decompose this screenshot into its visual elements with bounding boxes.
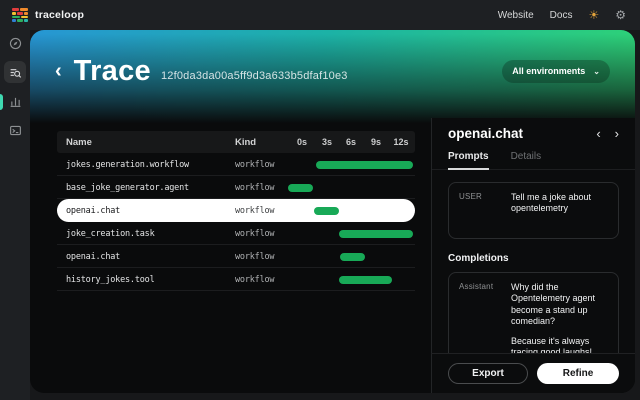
- row-name: openai.chat: [66, 252, 120, 262]
- row-kind: workflow: [235, 206, 274, 216]
- traceloop-logo-icon: [12, 8, 28, 22]
- brand-name: traceloop: [35, 9, 84, 21]
- table-row[interactable]: openai.chat workflow: [57, 199, 415, 222]
- column-header-kind: Kind: [235, 137, 256, 148]
- row-name: joke_creation.task: [66, 229, 155, 239]
- back-button[interactable]: ‹: [55, 61, 62, 81]
- sidebar-item-traces[interactable]: [4, 61, 26, 83]
- row-kind: workflow: [235, 229, 274, 239]
- row-duration-bar: [340, 253, 365, 261]
- trace-search-icon: [9, 66, 22, 79]
- tab-prompts[interactable]: Prompts: [448, 151, 489, 170]
- timeline-tick: 0s: [297, 137, 307, 147]
- sidebar-item-dashboard[interactable]: [4, 32, 26, 54]
- prev-span-button[interactable]: ‹: [596, 127, 600, 140]
- bar-chart-icon: [9, 95, 22, 108]
- row-name: openai.chat: [66, 206, 120, 216]
- tab-details[interactable]: Details: [511, 151, 542, 169]
- completions-heading: Completions: [448, 253, 619, 264]
- row-duration-bar: [339, 230, 413, 238]
- column-header-name: Name: [66, 137, 92, 148]
- top-bar: traceloop Website Docs ☀ ⚙: [0, 0, 640, 30]
- website-link[interactable]: Website: [498, 10, 534, 21]
- row-duration-bar: [316, 161, 413, 169]
- timeline-tick: 6s: [346, 137, 356, 147]
- prompt-role-label: USER: [459, 192, 501, 229]
- table-row[interactable]: base_joke_generator.agent workflow: [57, 176, 415, 199]
- gear-icon[interactable]: ⚙: [615, 9, 626, 21]
- chevron-down-icon: ⌄: [593, 67, 600, 76]
- environment-selector[interactable]: All environments ⌄: [502, 60, 610, 83]
- row-kind: workflow: [235, 160, 274, 170]
- next-span-button[interactable]: ›: [615, 127, 619, 140]
- main-panel: ‹ Trace 12f0da3da00a5ff9d3a633b5dfaf10e3…: [30, 30, 635, 393]
- timeline-tick: 3s: [322, 137, 332, 147]
- table-row[interactable]: joke_creation.task workflow: [57, 222, 415, 245]
- row-kind: workflow: [235, 252, 274, 262]
- trace-header: ‹ Trace 12f0da3da00a5ff9d3a633b5dfaf10e3…: [30, 30, 635, 126]
- trace-table: Name Kind 0s 3s 6s 9s 12s jokes.generation.w…: [57, 131, 415, 291]
- row-kind: workflow: [235, 275, 274, 285]
- sidebar: [0, 30, 30, 400]
- brand-link[interactable]: traceloop: [12, 8, 84, 22]
- row-name: jokes.generation.workflow: [66, 160, 189, 170]
- row-duration-bar: [339, 276, 392, 284]
- table-row[interactable]: openai.chat workflow: [57, 245, 415, 268]
- terminal-icon: [9, 124, 22, 137]
- completion-text: Why did the Opentelemetry agent become a…: [511, 282, 608, 359]
- table-row[interactable]: history_jokes.tool workflow: [57, 268, 415, 291]
- table-row[interactable]: jokes.generation.workflow workflow: [57, 153, 415, 176]
- span-title: openai.chat: [448, 126, 523, 141]
- refine-button[interactable]: Refine: [537, 363, 619, 384]
- trace-id: 12f0da3da00a5ff9d3a633b5dfaf10e3: [161, 70, 348, 82]
- trace-table-header: Name Kind 0s 3s 6s 9s 12s: [57, 131, 415, 153]
- environment-selector-label: All environments: [512, 66, 585, 76]
- page-title: Trace: [74, 55, 151, 88]
- compass-icon: [9, 37, 22, 50]
- sidebar-item-analytics[interactable]: [4, 90, 26, 112]
- docs-link[interactable]: Docs: [550, 10, 573, 21]
- row-duration-bar: [314, 207, 339, 215]
- sidebar-active-indicator: [0, 94, 3, 110]
- sun-icon[interactable]: ☀: [588, 9, 599, 21]
- row-kind: workflow: [235, 183, 274, 193]
- sidebar-item-playground[interactable]: [4, 119, 26, 141]
- details-footer: Export Refine: [431, 353, 635, 393]
- completion-role-label: Assistant: [459, 282, 501, 359]
- timeline-tick: 9s: [371, 137, 381, 147]
- trace-table-body: jokes.generation.workflow workflow base_…: [57, 153, 415, 291]
- prompt-text: Tell me a joke about opentelemetry: [511, 192, 608, 229]
- timeline-tick: 12s: [393, 137, 408, 147]
- row-name: history_jokes.tool: [66, 275, 155, 285]
- details-tabs: Prompts Details: [432, 141, 635, 170]
- row-duration-bar: [288, 184, 313, 192]
- prompt-message-box: USER Tell me a joke about opentelemetry: [448, 182, 619, 239]
- row-name: base_joke_generator.agent: [66, 183, 189, 193]
- span-details-panel: openai.chat ‹ › Prompts Details USER Tel…: [431, 118, 635, 393]
- export-button[interactable]: Export: [448, 363, 528, 384]
